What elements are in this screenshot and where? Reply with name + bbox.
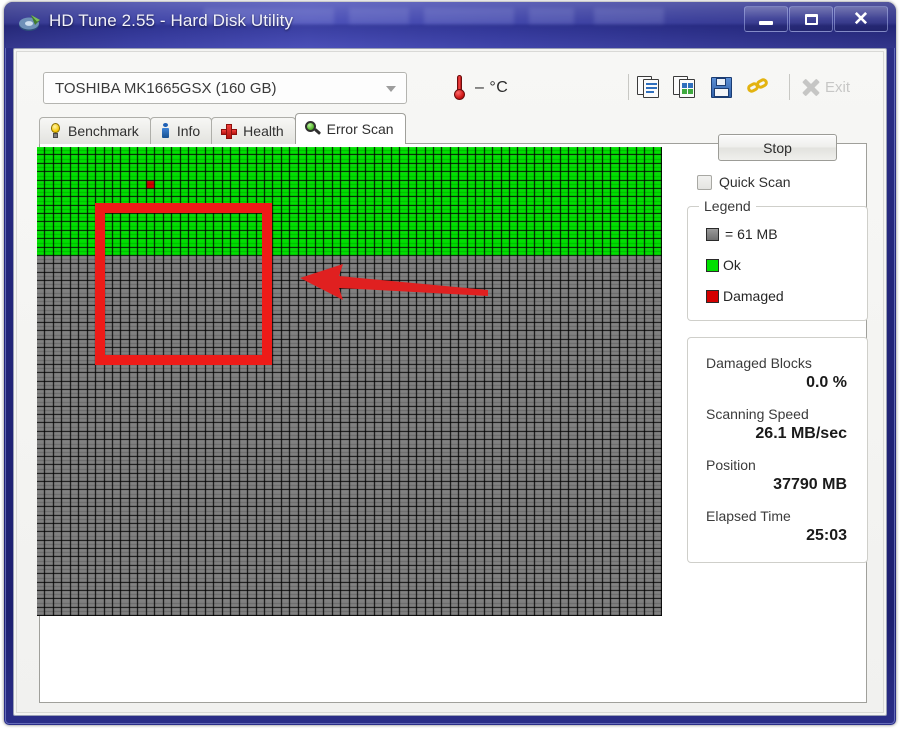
legend-item-ok: Ok: [706, 257, 867, 273]
scan-block-grid: [37, 147, 662, 616]
title-bar-highlight: [424, 8, 514, 24]
quick-scan-row[interactable]: Quick Scan: [697, 174, 870, 190]
legend-title: Legend: [699, 198, 756, 214]
stat-elapsed-time-value: 25:03: [806, 527, 847, 544]
scan-grid-canvas: [37, 147, 662, 616]
legend-damaged-label: Damaged: [723, 288, 784, 304]
link-icon[interactable]: [745, 74, 771, 100]
tab-health[interactable]: Health: [211, 117, 296, 144]
copy-text-icon[interactable]: [637, 74, 663, 100]
minimize-icon: [759, 21, 773, 25]
minimize-button[interactable]: [744, 6, 788, 32]
save-icon[interactable]: [709, 74, 735, 100]
temperature-indicator: – °C: [454, 72, 508, 104]
scan-stats-groupbox: Damaged Blocks 0.0 % Scanning Speed 26.1…: [687, 337, 868, 563]
legend-blocksize-label: = 61 MB: [725, 226, 778, 242]
stat-position-value: 37790 MB: [773, 476, 847, 493]
legend-item-damaged: Damaged: [706, 288, 867, 304]
stat-position: Position 37790 MB: [688, 457, 867, 494]
stat-scanning-speed-label: Scanning Speed: [706, 406, 809, 422]
drive-select[interactable]: TOSHIBA MK1665GSX (160 GB): [43, 72, 407, 104]
tab-bar: Benchmark Info Health Error Scan: [39, 113, 406, 144]
stat-position-label: Position: [706, 457, 756, 473]
tab-info[interactable]: Info: [149, 117, 213, 144]
window-controls: ✕: [743, 6, 888, 32]
title-bar-highlight: [349, 8, 409, 24]
info-icon: [160, 123, 171, 139]
legend-item-blocksize: = 61 MB: [706, 226, 867, 242]
tab-benchmark-label: Benchmark: [68, 123, 139, 139]
tab-health-label: Health: [243, 123, 284, 139]
title-bar-highlight: [529, 8, 574, 24]
drive-select-value: TOSHIBA MK1665GSX (160 GB): [55, 80, 277, 97]
legend-ok-label: Ok: [723, 257, 741, 273]
exit-label: Exit: [825, 78, 851, 96]
legend-groupbox: Legend = 61 MB Ok Damaged: [687, 198, 868, 321]
stat-elapsed-time-label: Elapsed Time: [706, 508, 791, 524]
toolbar-buttons: Exit: [620, 69, 850, 105]
stop-button[interactable]: Stop: [718, 134, 837, 161]
temperature-value: – °C: [475, 79, 509, 96]
scan-controls-panel: Stop Quick Scan Legend = 61 MB Ok Damage…: [685, 134, 870, 563]
copy-image-icon[interactable]: [673, 74, 699, 100]
maximize-button[interactable]: [789, 6, 833, 32]
red-cross-icon: [221, 123, 238, 139]
title-bar: HD Tune 2.55 - Hard Disk Utility ✕: [4, 2, 896, 48]
legend-swatch-damaged: [706, 289, 719, 303]
client-inner: TOSHIBA MK1665GSX (160 GB) – °C Exit Ben…: [16, 51, 884, 713]
toolbar-separator: [628, 74, 629, 100]
chevron-down-icon: [386, 86, 396, 92]
exit-button[interactable]: Exit: [802, 78, 850, 96]
window-title: HD Tune 2.55 - Hard Disk Utility: [49, 11, 294, 30]
close-icon: ✕: [853, 8, 869, 30]
stat-elapsed-time: Elapsed Time 25:03: [688, 508, 867, 545]
application-window: HD Tune 2.55 - Hard Disk Utility ✕ TOSHI…: [4, 2, 896, 725]
stat-scanning-speed-value: 26.1 MB/sec: [755, 425, 847, 442]
legend-swatch-ok: [706, 258, 719, 272]
toolbar-separator: [789, 74, 790, 100]
tab-error-scan[interactable]: Error Scan: [294, 113, 406, 144]
tab-error-scan-label: Error Scan: [326, 121, 394, 137]
close-x-icon: [802, 78, 820, 96]
hd-tune-disk-icon: [19, 15, 40, 31]
quick-scan-checkbox[interactable]: [697, 174, 712, 190]
stat-damaged-blocks-label: Damaged Blocks: [706, 355, 812, 371]
close-button[interactable]: ✕: [834, 6, 888, 32]
tab-benchmark[interactable]: Benchmark: [39, 117, 151, 144]
thermometer-icon: [454, 75, 465, 101]
lightbulb-icon: [49, 123, 62, 139]
legend-swatch-blocksize: [706, 227, 719, 241]
client-area: TOSHIBA MK1665GSX (160 GB) – °C Exit Ben…: [13, 48, 887, 716]
stat-damaged-blocks-value: 0.0 %: [806, 374, 847, 391]
magnifier-icon: [304, 121, 321, 137]
stat-damaged-blocks: Damaged Blocks 0.0 %: [688, 355, 867, 392]
quick-scan-label: Quick Scan: [719, 174, 791, 190]
title-bar-highlight: [594, 8, 664, 24]
stat-scanning-speed: Scanning Speed 26.1 MB/sec: [688, 406, 867, 443]
toolbar: TOSHIBA MK1665GSX (160 GB) – °C Exit: [17, 52, 883, 114]
tab-info-label: Info: [176, 123, 201, 139]
maximize-icon: [804, 13, 818, 25]
